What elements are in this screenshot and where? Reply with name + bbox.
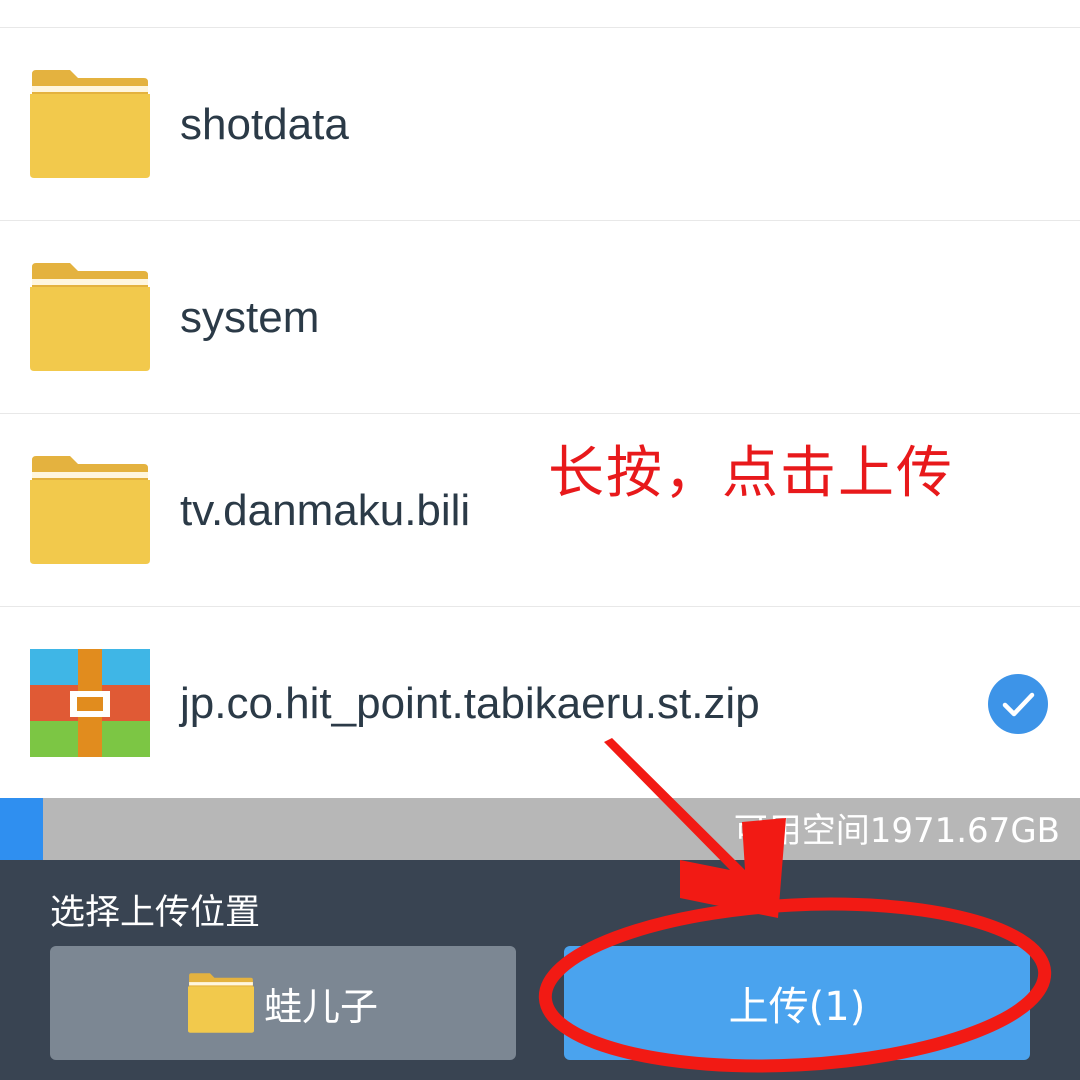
folder-icon <box>187 973 254 1033</box>
file-name: shotdata <box>180 100 349 149</box>
file-list: shotdata system tv.danmaku.bili jp.co.hi… <box>0 0 1080 798</box>
file-row-shotdata[interactable]: shotdata <box>0 28 1080 221</box>
file-row-system[interactable]: system <box>0 221 1080 414</box>
storage-bar: 可用空间1971.67GB <box>0 798 1080 860</box>
file-name: jp.co.hit_point.tabikaeru.st.zip <box>180 679 760 728</box>
upload-button[interactable]: 上传(1) <box>564 946 1030 1060</box>
upload-panel: 选择上传位置 蛙儿子 上传(1) <box>0 860 1080 1080</box>
checkmark-circle-icon[interactable] <box>988 674 1048 734</box>
panel-title: 选择上传位置 <box>50 893 261 933</box>
storage-used-fill <box>0 798 44 860</box>
folder-icon <box>30 456 150 564</box>
file-row-zip[interactable]: jp.co.hit_point.tabikaeru.st.zip <box>0 607 1080 800</box>
upload-label: 上传(1) <box>728 984 866 1030</box>
upload-location-button[interactable]: 蛙儿子 <box>50 946 516 1060</box>
file-name: system <box>180 293 320 342</box>
folder-icon <box>30 70 150 178</box>
annotation-text: 长按，点击上传 <box>548 441 954 506</box>
location-label: 蛙儿子 <box>263 984 378 1029</box>
folder-icon <box>30 263 150 371</box>
file-name: tv.danmaku.bili <box>180 486 471 535</box>
storage-available-label: 可用空间1971.67GB <box>733 811 1060 851</box>
zip-archive-icon <box>30 649 150 757</box>
